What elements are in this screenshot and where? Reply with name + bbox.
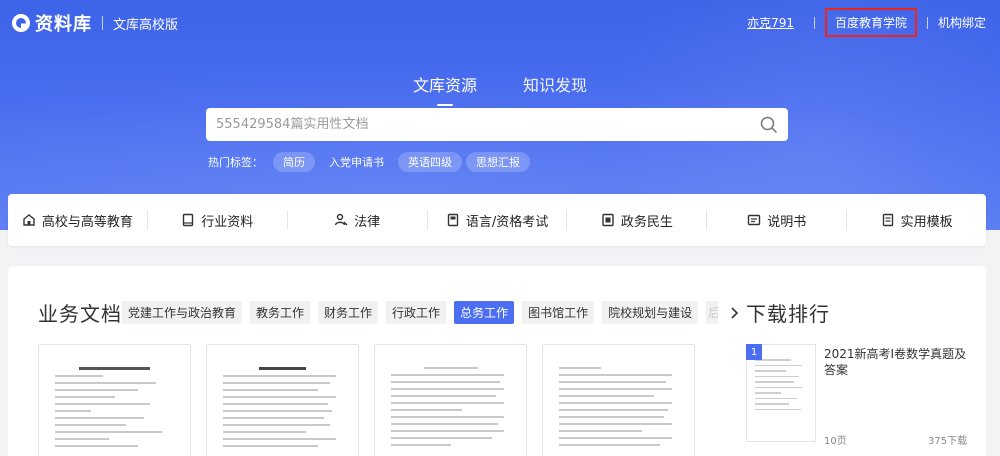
doc-thumbnail[interactable] [206, 344, 359, 456]
hot-tag[interactable]: 英语四级 [398, 152, 462, 172]
download-ranking-title: 下载排行 [746, 302, 830, 326]
brand-subtitle: 文库高校版 [113, 17, 179, 33]
law-icon [334, 213, 348, 227]
hot-tags: 热门标签： 简历 入党申请书 英语四级 思想汇报 [208, 152, 534, 172]
ranking-doc-title[interactable]: 2021新高考Ⅰ卷数学真题及答案 [824, 346, 974, 378]
brand-name: 资料库 [35, 14, 92, 35]
doc-thumbnails [38, 344, 710, 456]
chip-party-building[interactable]: 党建工作与政治教育 [122, 301, 243, 324]
category-label: 语言/资格考试 [465, 214, 549, 230]
chip-campus-planning[interactable]: 院校规划与建设 [602, 301, 699, 324]
category-label: 高校与高等教育 [41, 214, 133, 230]
edu-college-link[interactable]: 百度教育学院 [824, 8, 917, 37]
category-label: 法律 [354, 214, 381, 230]
chip-general-affairs[interactable]: 总务工作 [454, 301, 515, 324]
divider [102, 16, 103, 30]
category-higher-education[interactable]: 高校与高等教育 [8, 210, 148, 230]
hot-tags-label: 热门标签： [208, 156, 263, 169]
tab-library-resources[interactable]: 文库资源 [413, 72, 477, 106]
tab-knowledge-discovery[interactable]: 知识发现 [523, 72, 587, 106]
template-icon [881, 213, 895, 227]
book-icon [181, 213, 195, 227]
category-bar: 高校与高等教育 行业资料 法律 语言/资格考试 政务民生 说明书 实用模板 [8, 194, 986, 246]
doc-category-chips: 党建工作与政治教育 教务工作 财务工作 行政工作 总务工作 图书馆工作 院校规划… [122, 301, 742, 324]
logo-icon [12, 14, 30, 32]
brand-logo[interactable]: 资料库 文库高校版 [12, 10, 178, 36]
chip-administration[interactable]: 行政工作 [386, 301, 447, 324]
category-industry[interactable]: 行业资料 [148, 210, 288, 230]
category-template[interactable]: 实用模板 [847, 210, 986, 230]
hot-tag[interactable]: 思想汇报 [466, 152, 530, 172]
doc-thumbnail[interactable] [38, 344, 191, 456]
rank-badge: 1 [746, 344, 762, 360]
doc-thumbnail[interactable] [374, 344, 527, 456]
category-manual[interactable]: 说明书 [707, 210, 848, 230]
hot-tag[interactable]: 简历 [273, 152, 315, 172]
business-docs-title: 业务文档 [38, 302, 122, 326]
category-label: 实用模板 [900, 214, 953, 230]
user-name-link[interactable]: 亦克791 [747, 14, 794, 31]
top-right-nav: 亦克791 百度教育学院 机构绑定 [747, 8, 986, 37]
chip-academic-affairs[interactable]: 教务工作 [250, 301, 311, 324]
divider [926, 16, 928, 29]
doc-thumbnail[interactable] [542, 344, 695, 456]
government-icon [601, 213, 615, 227]
manual-icon [747, 213, 761, 227]
category-exam[interactable]: 语言/资格考试 [428, 210, 568, 230]
exam-icon [446, 213, 460, 227]
search-icon[interactable] [750, 108, 788, 141]
category-law[interactable]: 法律 [288, 210, 428, 230]
category-label: 说明书 [767, 214, 807, 230]
content-panel: 业务文档 党建工作与政治教育 教务工作 财务工作 行政工作 总务工作 图书馆工作… [8, 266, 986, 456]
category-label: 行业资料 [201, 214, 254, 230]
search-input[interactable] [206, 108, 750, 141]
ranking-page-count: 10页 [824, 436, 847, 447]
chevron-right-icon[interactable] [726, 305, 742, 321]
org-bind-link[interactable]: 机构绑定 [938, 14, 986, 31]
category-label: 政务民生 [620, 214, 673, 230]
main-tabs: 文库资源 知识发现 [0, 72, 1000, 106]
chip-more-partial[interactable]: 后 [706, 301, 719, 324]
chip-library[interactable]: 图书馆工作 [522, 301, 595, 324]
search-box [206, 108, 788, 141]
divider [813, 16, 815, 29]
chip-finance[interactable]: 财务工作 [318, 301, 379, 324]
category-government[interactable]: 政务民生 [567, 210, 708, 230]
school-icon [22, 213, 36, 227]
hot-tag[interactable]: 入党申请书 [319, 152, 394, 172]
ranking-download-count: 375下载 [928, 436, 968, 447]
